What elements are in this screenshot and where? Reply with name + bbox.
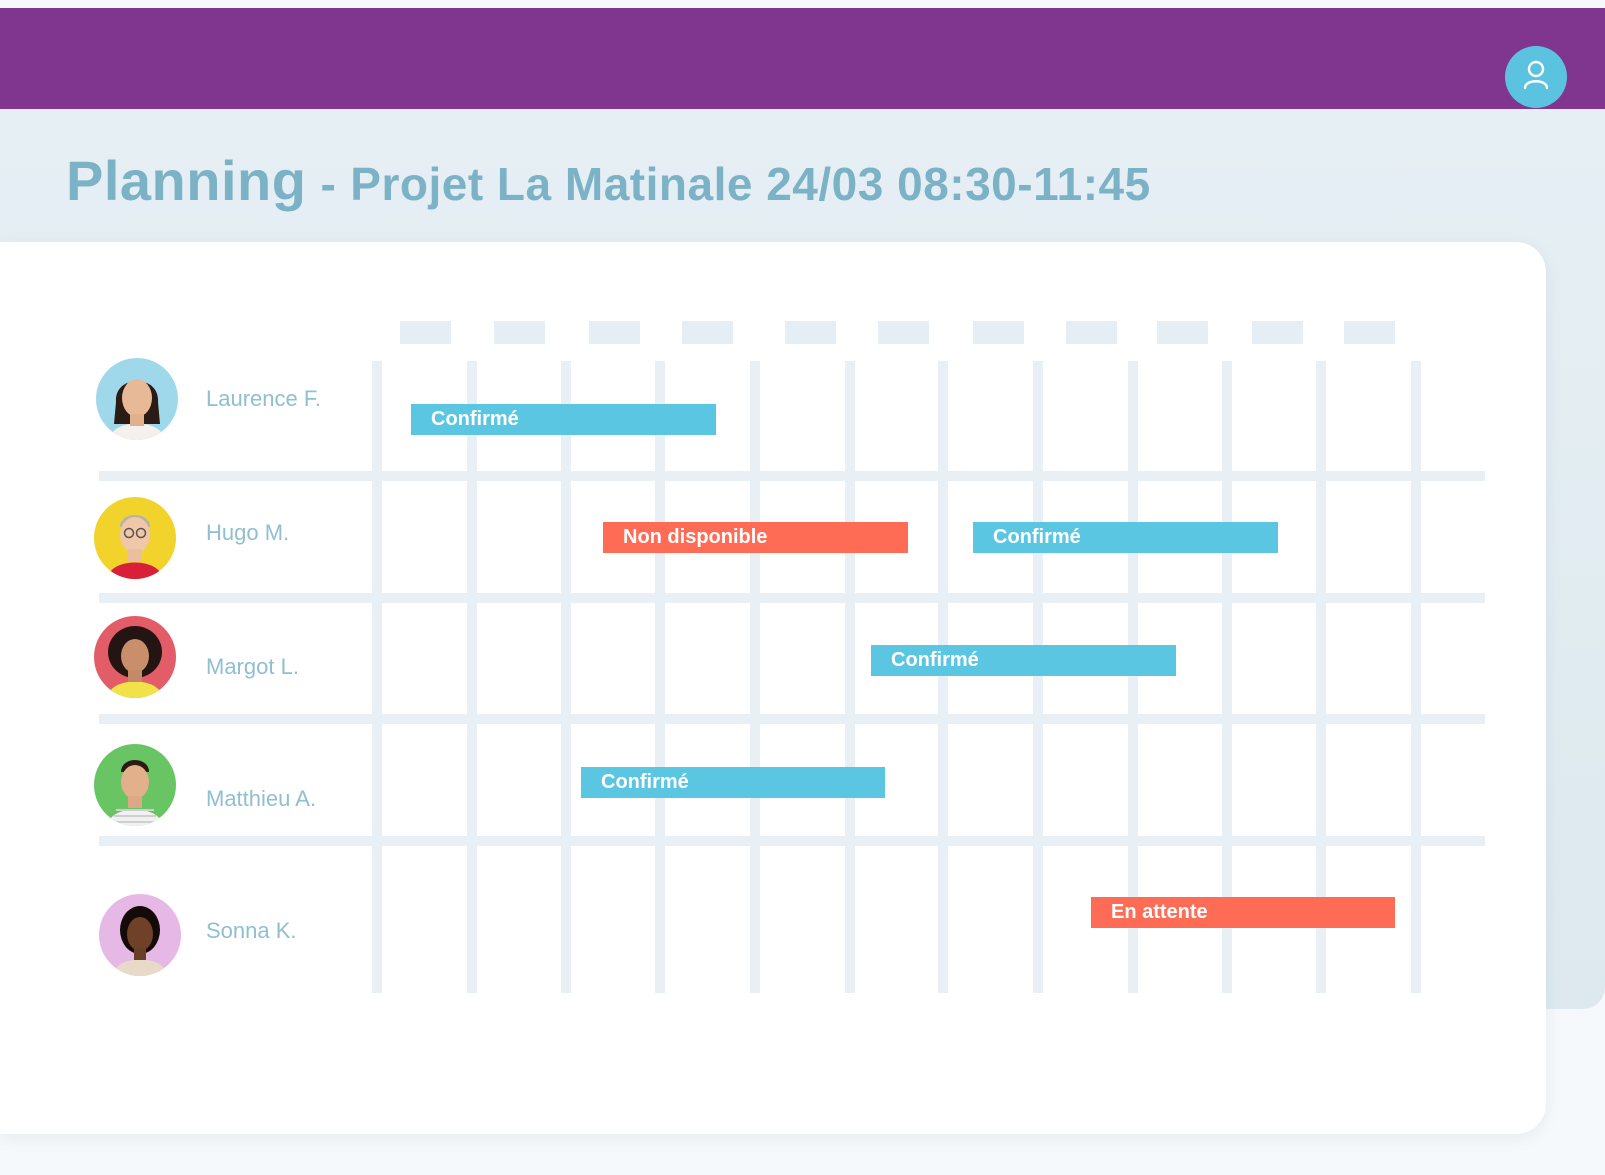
- page-title: Planning - Projet La Matinale 24/03 08:30-…: [66, 148, 1151, 213]
- avatar: [99, 894, 181, 976]
- timeline-slot-header: [1157, 321, 1208, 344]
- timeline-slot-header: [1344, 321, 1395, 344]
- grid-column-line: [750, 361, 760, 993]
- timeline-slot-header: [1066, 321, 1117, 344]
- timeline-slot-header: [589, 321, 640, 344]
- person-name: Sonna K.: [206, 918, 297, 943]
- grid-column-line: [561, 361, 571, 993]
- booking-bar-unavailable[interactable]: Non disponible: [603, 522, 908, 553]
- avatar: [94, 497, 176, 579]
- page-title-main: Planning: [66, 149, 307, 212]
- planning-card: [0, 242, 1546, 1134]
- timeline-slot-header: [1252, 321, 1303, 344]
- grid-column-line: [467, 361, 477, 993]
- avatar: [96, 358, 178, 440]
- timeline-slot-header: [973, 321, 1024, 344]
- booking-bar-confirmed[interactable]: Confirmé: [871, 645, 1176, 676]
- avatar: [94, 744, 176, 826]
- timeline-slot-header: [878, 321, 929, 344]
- booking-bar-confirmed[interactable]: Confirmé: [581, 767, 885, 798]
- grid-row-divider: [99, 471, 1485, 481]
- user-account-button[interactable]: [1505, 46, 1567, 108]
- grid-column-line: [1033, 361, 1043, 993]
- page-title-project: Projet La Matinale 24/03 08:30-11:45: [350, 158, 1151, 210]
- person-name: Matthieu A.: [206, 786, 317, 811]
- timeline-slot-header: [400, 321, 451, 344]
- grid-column-line: [938, 361, 948, 993]
- top-bar: [0, 8, 1605, 109]
- person-name: Laurence F.: [206, 386, 321, 411]
- timeline-slot-header: [682, 321, 733, 344]
- booking-bar-confirmed[interactable]: Confirmé: [411, 404, 716, 435]
- grid-row-divider: [99, 593, 1485, 603]
- grid-column-line: [845, 361, 855, 993]
- booking-bar-pending[interactable]: En attente: [1091, 897, 1395, 928]
- grid-column-line: [372, 361, 382, 993]
- grid-row-divider: [99, 836, 1485, 846]
- person-name: Margot L.: [206, 654, 299, 679]
- page-title-separator: -: [320, 158, 337, 210]
- person-name: Hugo M.: [206, 520, 290, 545]
- avatar: [94, 616, 176, 698]
- user-icon: [1522, 60, 1550, 95]
- timeline-slot-header: [494, 321, 545, 344]
- grid-column-line: [655, 361, 665, 993]
- timeline-slot-header: [785, 321, 836, 344]
- booking-bar-confirmed[interactable]: Confirmé: [973, 522, 1278, 553]
- grid-column-line: [1411, 361, 1421, 993]
- grid-row-divider: [99, 714, 1485, 724]
